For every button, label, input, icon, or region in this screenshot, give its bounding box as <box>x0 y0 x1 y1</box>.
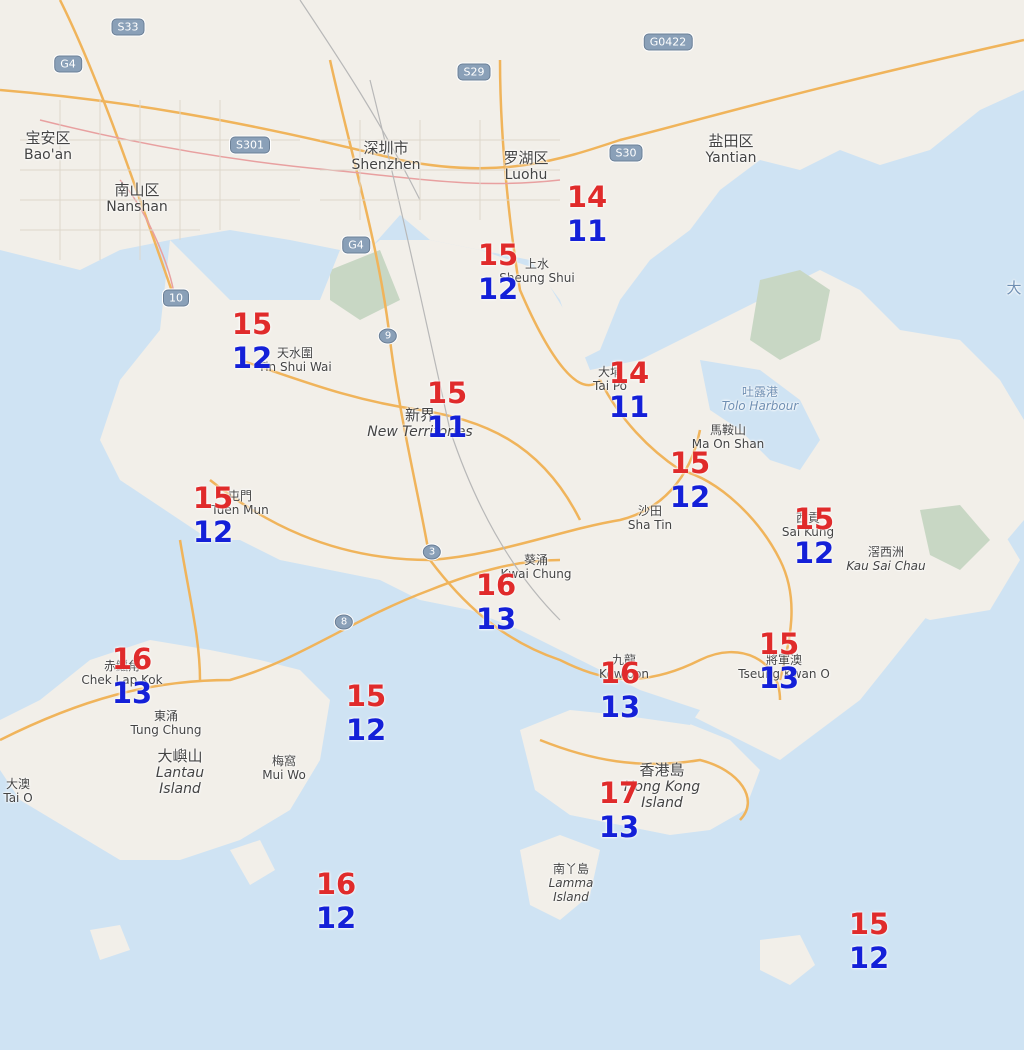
max-temp: 15 <box>669 446 711 480</box>
place-label-luohu: 罗湖区 Luohu <box>503 149 549 184</box>
road-shield-s30: S30 <box>609 144 643 162</box>
place-label-shenzhen: 深圳市 Shenzhen <box>351 139 421 174</box>
temp-station-new-territories[interactable]: 15 11 <box>427 376 467 444</box>
road-shield-s29: S29 <box>457 63 491 81</box>
temp-station-sheung-shui[interactable]: 15 12 <box>478 238 518 306</box>
place-label-tai-o: 大澳 Tai O <box>3 777 33 805</box>
max-temp: 15 <box>345 679 387 713</box>
temp-station-kwai-chung[interactable]: 16 13 <box>476 568 516 636</box>
temp-station-ma-on-shan[interactable]: 15 12 <box>670 446 710 514</box>
temp-station-tin-shui-wai[interactable]: 15 12 <box>232 307 272 375</box>
min-temp: 12 <box>669 480 711 514</box>
min-temp: 13 <box>598 810 640 844</box>
temp-station-tseung-kwan-o[interactable]: 15 13 <box>759 627 799 695</box>
temp-station-south-east-sea[interactable]: 15 12 <box>849 907 889 975</box>
road-shield-g4: G4 <box>54 55 82 73</box>
min-temp: 11 <box>426 410 468 444</box>
min-temp: 11 <box>608 390 650 424</box>
place-label-tolo-harbour: 吐露港 Tolo Harbour <box>721 385 799 413</box>
min-temp: 13 <box>758 661 800 695</box>
place-label-tung-chung: 東涌 Tung Chung <box>130 709 202 737</box>
weather-map[interactable]: S33 G4 S29 G0422 S301 S30 G4 10 9 3 8 宝安… <box>0 0 1024 1050</box>
place-label-kau-sai-chau: 滘西洲 Kau Sai Chau <box>846 545 926 573</box>
min-temp: 13 <box>111 676 153 710</box>
min-temp: 12 <box>231 341 273 375</box>
min-temp: 13 <box>475 602 517 636</box>
place-label-sha-tin: 沙田 Sha Tin <box>627 504 673 532</box>
place-label-nanshan: 南山区 Nanshan <box>106 181 168 216</box>
max-temp: 15 <box>477 238 519 272</box>
road-shield-g4-south: G4 <box>342 236 370 254</box>
max-temp: 16 <box>599 656 641 690</box>
place-label-lantau-island: 大嶼山 Lantau Island <box>155 747 205 798</box>
temp-station-luohu[interactable]: 14 11 <box>567 180 607 248</box>
min-temp: 11 <box>566 214 608 248</box>
place-label-edge-fragment: 大 <box>1006 279 1022 297</box>
place-label-mui-wo: 梅窩 Mui Wo <box>262 754 306 782</box>
max-temp: 15 <box>848 907 890 941</box>
temp-station-tuen-mun[interactable]: 15 12 <box>193 481 233 549</box>
place-label-lamma-island: 南丫島 Lamma Island <box>548 862 594 904</box>
max-temp: 15 <box>793 502 835 536</box>
min-temp: 12 <box>477 272 519 306</box>
max-temp: 15 <box>231 307 273 341</box>
min-temp: 12 <box>315 901 357 935</box>
max-temp: 14 <box>566 180 608 214</box>
temp-station-chek-lap-kok[interactable]: 16 13 <box>112 642 152 710</box>
road-shield-g0422: G0422 <box>643 33 693 51</box>
place-label-baoan: 宝安区 Bao'an <box>23 129 73 164</box>
road-shield-10: 10 <box>163 289 189 307</box>
road-shield-s301: S301 <box>230 136 270 154</box>
max-temp: 16 <box>315 867 357 901</box>
temp-station-south-lantau-sea[interactable]: 16 12 <box>316 867 356 935</box>
max-temp: 15 <box>192 481 234 515</box>
road-shield-s33: S33 <box>111 18 145 36</box>
max-temp: 16 <box>111 642 153 676</box>
max-temp: 14 <box>608 356 650 390</box>
temp-station-hong-kong-island[interactable]: 17 13 <box>599 776 639 844</box>
max-temp: 16 <box>475 568 517 602</box>
temp-station-kowloon[interactable]: 16 13 <box>600 656 640 724</box>
min-temp: 12 <box>345 713 387 747</box>
max-temp: 15 <box>426 376 468 410</box>
temp-station-tai-po[interactable]: 14 11 <box>609 356 649 424</box>
max-temp: 17 <box>598 776 640 810</box>
max-temp: 15 <box>758 627 800 661</box>
temp-station-sea-west[interactable]: 15 12 <box>346 679 386 747</box>
min-temp: 12 <box>848 941 890 975</box>
min-temp: 12 <box>192 515 234 549</box>
min-temp: 13 <box>599 690 641 724</box>
place-label-yantian: 盐田区 Yantian <box>705 132 757 167</box>
min-temp: 12 <box>793 536 835 570</box>
temp-station-sai-kung[interactable]: 15 12 <box>794 502 834 570</box>
